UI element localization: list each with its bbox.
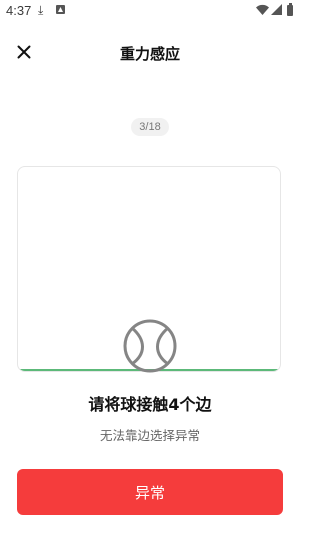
instruction-text: 请将球接触4个边 [88,395,212,414]
status-bar: 4:37 ⤓ [0,0,300,22]
page-title: 重力感应 [119,45,180,63]
progress-counter: 3/18 [131,118,169,136]
status-time: 4:37 [6,3,32,18]
signal-icon [271,4,282,15]
abnormal-button[interactable]: 异常 [17,469,283,515]
battery-icon [287,3,293,16]
sub-instruction-text: 无法靠边选择异常 [99,428,200,443]
app-notification-icon [56,5,65,14]
download-icon: ⤓ [38,3,44,17]
tennis-ball-icon [123,319,177,373]
wifi-icon [256,4,269,15]
